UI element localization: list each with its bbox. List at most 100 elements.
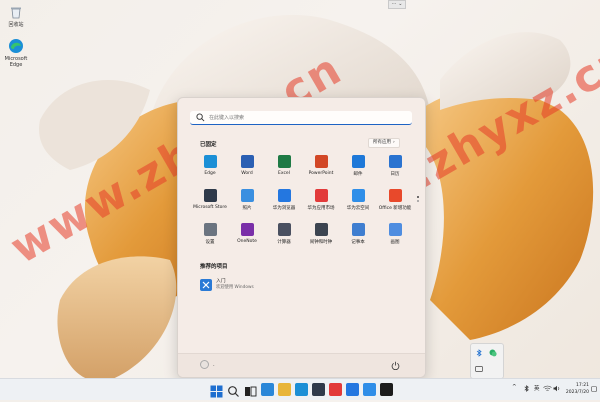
pinned-app-label: Excel <box>278 171 290 176</box>
pinned-app[interactable]: 照片 <box>229 189 265 211</box>
pinned-app-label: 照片 <box>242 206 252 211</box>
pinned-app-label: OneNote <box>237 239 257 244</box>
onenote-icon <box>240 223 254 236</box>
wifi-icon[interactable] <box>543 385 552 392</box>
pinned-app-label: Office 新增功能 <box>378 206 412 211</box>
pinned-app[interactable]: 记事本 <box>340 223 376 245</box>
calendar-icon <box>388 155 402 168</box>
huawei-appgallery-icon[interactable] <box>329 383 342 396</box>
pinned-app-label: 邮件 <box>353 172 363 177</box>
pinned-app[interactable]: PowerPoint <box>303 155 339 176</box>
huawei-browser-icon[interactable] <box>346 383 359 396</box>
pinned-app[interactable]: Office 新增功能 <box>377 189 413 211</box>
search-icon[interactable] <box>227 383 240 397</box>
pinned-app[interactable]: Word <box>229 155 265 176</box>
photos-icon <box>240 189 254 202</box>
pinned-app[interactable]: Microsoft Store <box>192 189 228 210</box>
pinned-app[interactable]: 日历 <box>377 155 413 177</box>
volume-icon[interactable] <box>553 385 561 392</box>
desktop-icon-edge[interactable]: Microsoft Edge <box>2 38 30 68</box>
task-view-icon[interactable] <box>244 383 257 397</box>
huawei-cloud-icon[interactable] <box>363 383 376 396</box>
power-icon[interactable] <box>391 361 400 370</box>
pinned-app[interactable]: 华为浏览器 <box>266 189 302 211</box>
all-apps-button[interactable]: 所有应用 › <box>368 138 400 148</box>
notification-icon[interactable] <box>591 386 597 392</box>
pinned-app[interactable]: 画图 <box>377 223 413 245</box>
huawei-tray-icon[interactable] <box>475 365 483 373</box>
pinned-app-label: 华为浏览器 <box>272 206 296 211</box>
pinned-app[interactable]: Excel <box>266 155 302 176</box>
store-icon[interactable] <box>312 383 325 396</box>
clock-date: 2023/7/20 <box>565 390 589 395</box>
start-footer: ․ <box>178 353 425 377</box>
edge-icon <box>203 155 217 168</box>
notepad-icon <box>351 223 365 236</box>
recommended-item[interactable]: 入门 欢迎使用 Windows <box>200 278 300 292</box>
powerpoint-icon <box>314 155 328 168</box>
ime-indicator[interactable]: 英 <box>534 384 540 392</box>
edge-icon <box>8 38 24 54</box>
desktop-icon-label: Microsoft Edge <box>4 56 28 68</box>
edge-icon[interactable] <box>295 383 308 396</box>
user-name: ․ <box>213 361 215 368</box>
pinned-app[interactable]: 计算器 <box>266 223 302 245</box>
pinned-app[interactable]: OneNote <box>229 223 265 244</box>
taskbar-clock[interactable]: 17:21 2023/7/20 <box>561 382 589 396</box>
bluetooth-icon[interactable] <box>475 349 483 357</box>
bluetooth-icon[interactable] <box>523 385 530 392</box>
clock-icon <box>314 223 328 236</box>
pinned-app[interactable]: 设置 <box>192 223 228 245</box>
file-explorer-icon[interactable] <box>278 383 291 396</box>
pinned-app-label: Edge <box>204 171 216 176</box>
calculator-icon <box>277 223 291 236</box>
desktop-icon-recycle-bin[interactable]: 回收站 <box>2 4 30 28</box>
pinned-app[interactable]: 华为应用市场 <box>303 189 339 211</box>
pinned-app-label: 画图 <box>390 240 400 245</box>
pinned-app[interactable]: 华为云空间 <box>340 189 376 211</box>
chevron-right-icon: › <box>393 140 395 145</box>
office-icon <box>388 189 402 202</box>
pinned-app-label: 华为应用市场 <box>307 206 335 211</box>
tray-overflow-popup <box>470 343 504 379</box>
pinned-app[interactable]: Edge <box>192 155 228 176</box>
recycle-bin-icon <box>8 4 24 20</box>
huawei-cloud-icon <box>351 189 365 202</box>
user-account-button[interactable]: ․ <box>200 360 215 369</box>
tray-chevron-icon[interactable]: ^ <box>512 384 517 390</box>
avatar <box>200 360 209 369</box>
pinned-app-label: 华为云空间 <box>346 206 370 211</box>
pinned-app-label: PowerPoint <box>308 171 334 176</box>
search-icon <box>196 113 205 122</box>
top-control-button[interactable]: ⋯ ⌄ <box>388 0 406 9</box>
pinned-app-label: Word <box>241 171 253 176</box>
start-icon[interactable] <box>210 383 223 398</box>
pinned-app-label: 设置 <box>205 240 215 245</box>
word-icon <box>240 155 254 168</box>
pinned-app[interactable]: 邮件 <box>340 155 376 177</box>
paint-icon <box>388 223 402 236</box>
start-search-box[interactable] <box>190 111 412 125</box>
recommended-section-title: 推荐的项目 <box>200 264 228 270</box>
settings-icon <box>203 223 217 236</box>
pinned-app-label: 闹钟和时钟 <box>309 240 333 245</box>
widgets-icon[interactable] <box>261 383 274 396</box>
start-menu: 已固定 所有应用› Edge Word Excel PowerPoint 邮件 日历 Mic… <box>177 97 426 378</box>
pinned-app[interactable]: 闹钟和时钟 <box>303 223 339 245</box>
pinned-section-title: 已固定 <box>200 142 217 148</box>
get-started-icon <box>200 279 212 291</box>
all-apps-label: 所有应用 <box>373 140 391 145</box>
huawei-browser-icon <box>277 189 291 202</box>
excel-icon <box>277 155 291 168</box>
search-input[interactable] <box>209 112 389 123</box>
pinned-app-label: 记事本 <box>351 240 365 245</box>
pinned-app-label: 计算器 <box>277 240 291 245</box>
wechat-icon[interactable] <box>489 349 497 357</box>
pinned-app-label: 日历 <box>390 172 400 177</box>
huawei-appgallery-icon <box>314 189 328 202</box>
app-icon[interactable] <box>380 383 393 396</box>
store-icon <box>203 189 217 202</box>
pinned-pager[interactable] <box>416 196 419 205</box>
taskbar: ^ 英 17:21 2023/7/20 <box>0 378 600 400</box>
mail-icon <box>351 155 365 168</box>
